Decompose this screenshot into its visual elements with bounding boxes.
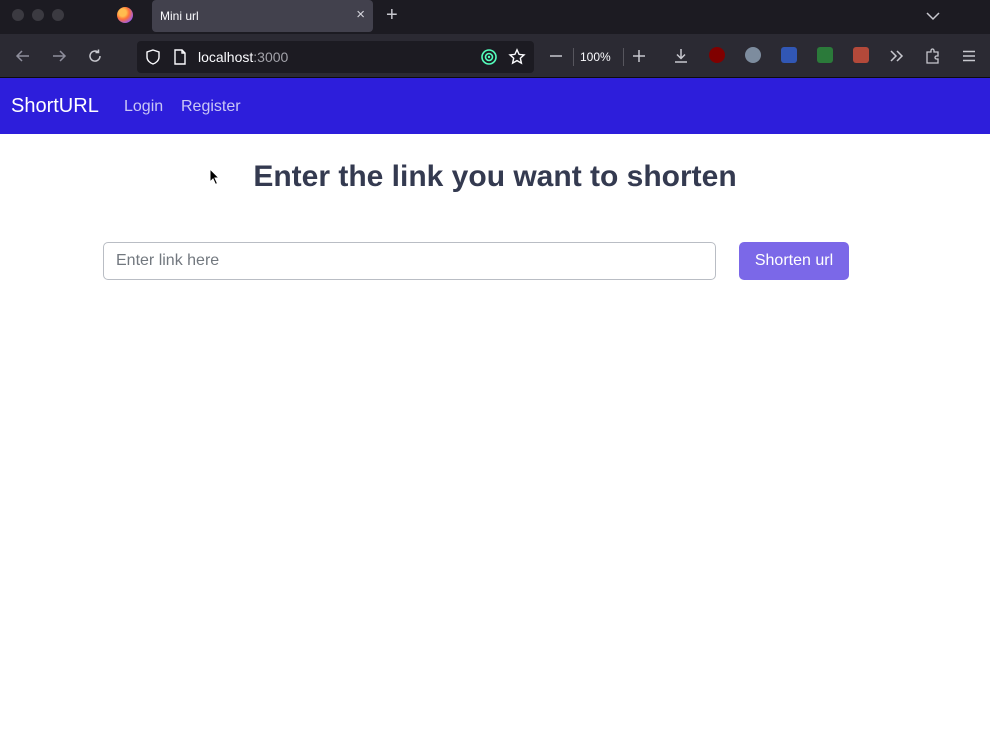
app-navbar: ShortURL Login Register <box>0 78 990 134</box>
star-icon[interactable] <box>507 47 527 67</box>
extension-container-icon[interactable] <box>781 47 797 63</box>
brand-logo[interactable]: ShortURL <box>11 95 99 118</box>
zoom-level[interactable]: 100% <box>580 50 611 64</box>
tab-title: Mini url <box>160 9 199 23</box>
reload-icon[interactable] <box>85 46 105 66</box>
firefox-logo-icon[interactable] <box>117 7 133 23</box>
url-bar[interactable]: localhost:3000 <box>137 41 534 73</box>
window-zoom-dot[interactable] <box>52 9 64 21</box>
url-text[interactable]: localhost:3000 <box>198 49 288 65</box>
download-icon[interactable] <box>671 46 691 66</box>
zoom-in-icon[interactable] <box>629 46 649 66</box>
zoom-divider <box>573 48 574 66</box>
window-close-dot[interactable] <box>12 9 24 21</box>
nav-register-link[interactable]: Register <box>181 98 241 116</box>
chevron-down-icon[interactable] <box>925 8 941 24</box>
mouse-cursor-icon <box>209 168 221 186</box>
overflow-chevrons-icon[interactable] <box>887 46 907 66</box>
url-port: :3000 <box>253 49 289 65</box>
page-title: Enter the link you want to shorten <box>253 160 737 193</box>
browser-tab-strip: Mini url × + <box>0 0 990 34</box>
extension-privacy-icon[interactable] <box>745 47 761 63</box>
ublock-icon[interactable] <box>709 47 725 63</box>
puzzle-icon[interactable] <box>923 46 943 66</box>
menu-icon[interactable] <box>959 46 979 66</box>
extension-red-icon[interactable] <box>853 47 869 63</box>
nav-login-link[interactable]: Login <box>124 98 163 116</box>
back-arrow-icon[interactable] <box>13 46 33 66</box>
link-input[interactable] <box>103 242 716 280</box>
extension-green-icon[interactable] <box>817 47 833 63</box>
zoom-divider <box>623 48 624 66</box>
tab-close-icon[interactable]: × <box>356 6 365 24</box>
new-tab-icon[interactable]: + <box>386 5 398 25</box>
window-minimize-dot[interactable] <box>32 9 44 21</box>
shorten-url-button[interactable]: Shorten url <box>739 242 849 280</box>
page-icon[interactable] <box>170 47 190 67</box>
browser-tab[interactable]: Mini url × <box>152 0 373 32</box>
vpn-icon[interactable] <box>479 47 499 67</box>
browser-toolbar: localhost:3000 100% <box>0 34 990 78</box>
forward-arrow-icon[interactable] <box>49 46 69 66</box>
shield-icon[interactable] <box>143 47 163 67</box>
url-host: localhost <box>198 49 254 65</box>
zoom-out-icon[interactable] <box>546 46 566 66</box>
